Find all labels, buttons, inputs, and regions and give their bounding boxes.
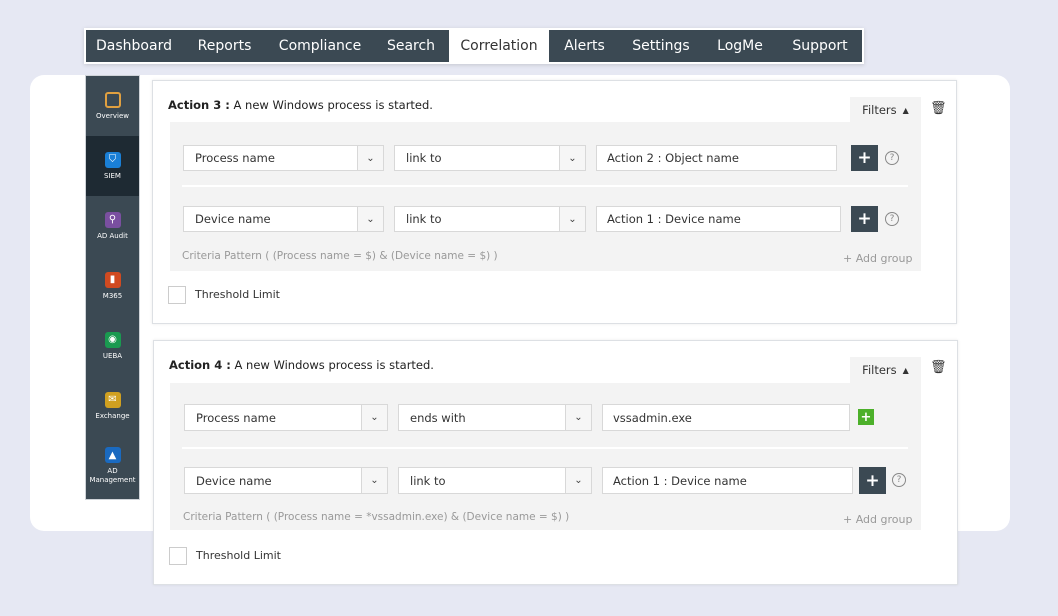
value-input[interactable]: vssadmin.exe (602, 404, 850, 431)
select-value: link to (406, 151, 442, 165)
add-condition-button[interactable]: + (851, 145, 878, 171)
sidebar-item-label: UEBA (102, 351, 123, 360)
chevron-down-icon: ⌄ (357, 146, 383, 170)
help-icon[interactable]: ? (885, 151, 899, 165)
select-value: Process name (196, 410, 276, 425)
sidebar-item-label: Overview (96, 111, 129, 120)
sidebar-item-label: SIEM (104, 171, 121, 180)
caret-up-icon: ▲ (902, 105, 909, 115)
select-value: Process name (195, 151, 275, 165)
help-icon[interactable]: ? (892, 473, 906, 487)
value-input[interactable]: Action 2 : Object name (596, 145, 837, 171)
sidebar-item-label: Exchange (95, 411, 130, 420)
add-condition-button[interactable]: + (859, 467, 886, 494)
add-group-link[interactable]: + Add group (843, 513, 912, 526)
field-select[interactable]: Device name ⌄ (184, 467, 388, 494)
threshold-label: Threshold Limit (196, 549, 281, 562)
criteria-pattern: Criteria Pattern ( (Process name = $) & … (182, 250, 498, 262)
add-group-label: Add group (855, 513, 913, 526)
threshold-checkbox[interactable] (169, 547, 187, 565)
add-group-label: Add group (855, 252, 913, 265)
criteria-pattern: Criteria Pattern ( (Process name = *vssa… (183, 511, 570, 523)
operator-select[interactable]: link to ⌄ (398, 467, 592, 494)
plus-icon: + (843, 252, 856, 265)
trash-icon[interactable]: 🗑 (930, 360, 947, 375)
value-input[interactable]: Action 1 : Device name (596, 206, 841, 232)
tab-logme[interactable]: LogMe (702, 30, 778, 62)
tab-support[interactable]: Support (778, 30, 862, 62)
operator-select[interactable]: link to ⌄ (394, 206, 586, 232)
office-icon: ▮ (104, 271, 121, 288)
tab-correlation[interactable]: Correlation (449, 30, 549, 62)
tab-search[interactable]: Search (373, 30, 449, 62)
sidebar-item-m365[interactable]: ▮ M365 (86, 256, 139, 316)
operator-select[interactable]: ends with ⌄ (398, 404, 592, 431)
action-label: Action 4 : (169, 358, 231, 372)
sidebar-item-siem[interactable]: ⛉ SIEM (86, 136, 139, 196)
shield-icon: ⛉ (104, 151, 121, 168)
threshold-label: Threshold Limit (195, 288, 280, 301)
select-value: link to (406, 212, 442, 226)
filters-label: Filters (862, 363, 897, 377)
threshold-checkbox[interactable] (168, 286, 186, 304)
action-title: Action 3 : A new Windows process is star… (168, 98, 433, 112)
plus-icon: + (843, 513, 856, 526)
magnifier-icon: ⚲ (104, 211, 121, 228)
select-value: Device name (195, 212, 271, 226)
select-value: link to (410, 473, 446, 488)
caret-up-icon: ▲ (902, 365, 909, 375)
select-value: Device name (196, 473, 272, 488)
sidebar: Overview ⛉ SIEM ⚲ AD Audit ▮ M365 ◉ UEBA ✉ Ex… (85, 75, 140, 500)
add-group-link[interactable]: + Add group (843, 252, 912, 265)
sidebar-item-label: AD Management (89, 467, 136, 484)
tab-alerts[interactable]: Alerts (549, 30, 620, 62)
help-icon[interactable]: ? (885, 212, 899, 226)
chevron-down-icon: ⌄ (361, 405, 387, 430)
filters-toggle[interactable]: Filters ▲ (850, 97, 921, 123)
chevron-down-icon: ⌄ (565, 405, 591, 430)
add-condition-button[interactable]: + (858, 409, 874, 425)
divider (182, 447, 908, 449)
filters-toggle[interactable]: Filters ▲ (850, 357, 921, 383)
chevron-down-icon: ⌄ (361, 468, 387, 493)
trash-icon[interactable]: 🗑 (930, 101, 947, 116)
eye-icon: ◉ (104, 331, 121, 348)
field-select[interactable]: Process name ⌄ (183, 145, 384, 171)
sidebar-item-ad-audit[interactable]: ⚲ AD Audit (86, 196, 139, 256)
tab-reports[interactable]: Reports (182, 30, 267, 62)
filters-label: Filters (862, 103, 897, 117)
operator-select[interactable]: link to ⌄ (394, 145, 586, 171)
tab-dashboard[interactable]: Dashboard (86, 30, 182, 62)
chevron-down-icon: ⌄ (559, 146, 585, 170)
chevron-down-icon: ⌄ (565, 468, 591, 493)
sidebar-item-ad-management[interactable]: ▲ AD Management (86, 436, 139, 496)
divider (182, 185, 908, 187)
sidebar-item-ueba[interactable]: ◉ UEBA (86, 316, 139, 376)
tab-settings[interactable]: Settings (620, 30, 702, 62)
action-description: A new Windows process is started. (234, 358, 434, 372)
action-label: Action 3 : (168, 98, 230, 112)
sidebar-item-label: AD Audit (97, 231, 128, 240)
value-input[interactable]: Action 1 : Device name (602, 467, 853, 494)
add-condition-button[interactable]: + (851, 206, 878, 232)
tab-compliance[interactable]: Compliance (267, 30, 373, 62)
network-icon: ▲ (104, 447, 121, 463)
chevron-down-icon: ⌄ (559, 207, 585, 231)
field-select[interactable]: Device name ⌄ (183, 206, 384, 232)
select-value: ends with (410, 410, 466, 425)
sidebar-item-label: M365 (102, 291, 123, 300)
field-select[interactable]: Process name ⌄ (184, 404, 388, 431)
sidebar-item-exchange[interactable]: ✉ Exchange (86, 376, 139, 436)
grid-icon (104, 91, 121, 108)
top-nav: Dashboard Reports Compliance Search Corr… (84, 28, 864, 64)
action-description: A new Windows process is started. (233, 98, 433, 112)
chevron-down-icon: ⌄ (357, 207, 383, 231)
action-title: Action 4 : A new Windows process is star… (169, 358, 434, 372)
envelope-icon: ✉ (104, 391, 121, 408)
sidebar-item-overview[interactable]: Overview (86, 76, 139, 136)
